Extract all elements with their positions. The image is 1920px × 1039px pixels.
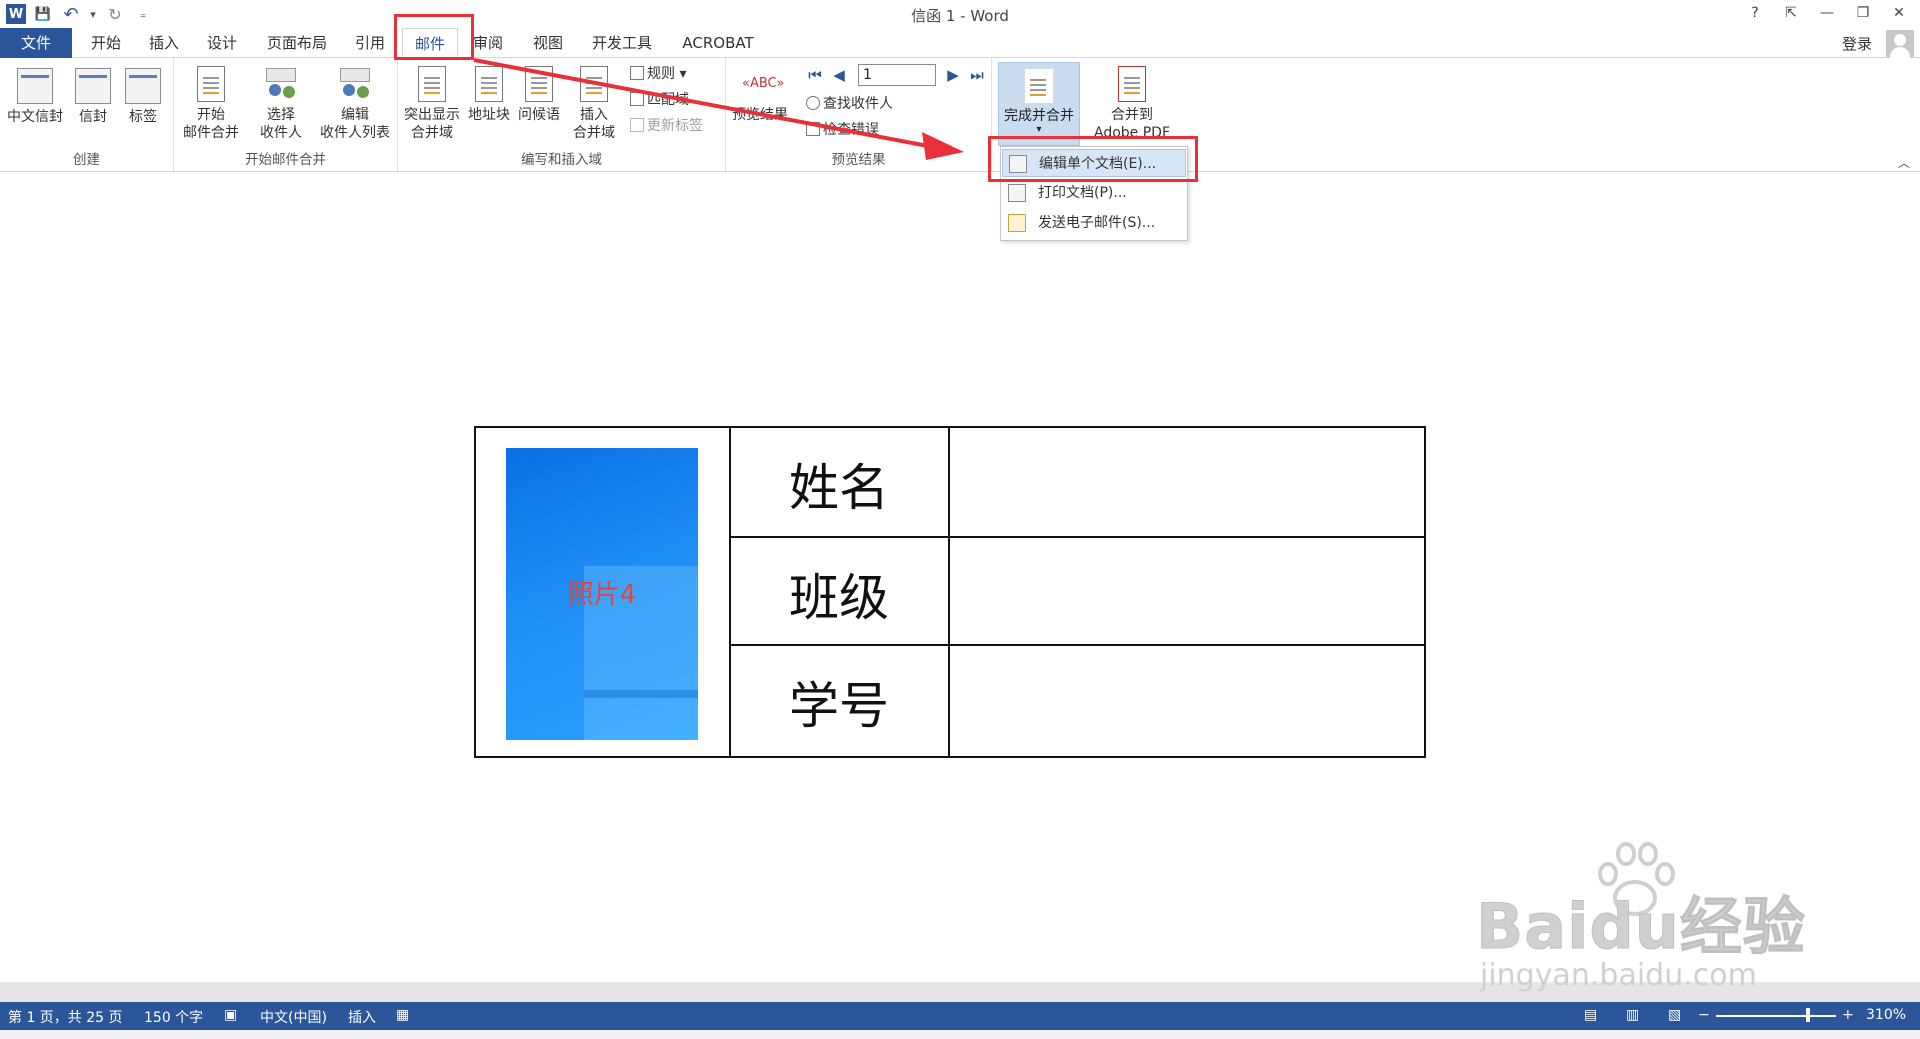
macro-icon[interactable]: ▦ <box>396 1007 409 1023</box>
zoom-in-button[interactable]: + <box>1842 1007 1854 1023</box>
baidu-watermark: Baidu经验 jingyan.baidu.com <box>1470 840 1820 1000</box>
zoom-slider[interactable] <box>1716 1015 1836 1017</box>
taskbar <box>0 1030 1920 1039</box>
proofing-icon[interactable]: ▣ <box>224 1007 237 1023</box>
read-mode-icon[interactable]: ▤ <box>1584 1007 1597 1023</box>
zoom-out-button[interactable]: − <box>1698 1007 1710 1023</box>
annotation-arrow-line <box>473 58 929 148</box>
zoom-slider-thumb[interactable] <box>1806 1008 1810 1022</box>
word-count[interactable]: 150 个字 <box>144 1007 203 1027</box>
zoom-level[interactable]: 310% <box>1866 1007 1906 1023</box>
language[interactable]: 中文(中国) <box>260 1007 327 1027</box>
insert-mode[interactable]: 插入 <box>348 1007 376 1027</box>
annotation-arrow-head <box>922 132 964 160</box>
status-bar: 第 1 页，共 25 页 150 个字 ▣ 中文(中国) 插入 ▦ ▤ ▥ ▧ … <box>0 1002 1920 1030</box>
page-count[interactable]: 第 1 页，共 25 页 <box>8 1007 123 1027</box>
watermark-main-text: Baidu经验 <box>1476 890 1806 964</box>
web-layout-icon[interactable]: ▧ <box>1668 1007 1681 1023</box>
watermark-sub-text: jingyan.baidu.com <box>1480 958 1757 993</box>
print-layout-icon[interactable]: ▥ <box>1626 1007 1639 1023</box>
